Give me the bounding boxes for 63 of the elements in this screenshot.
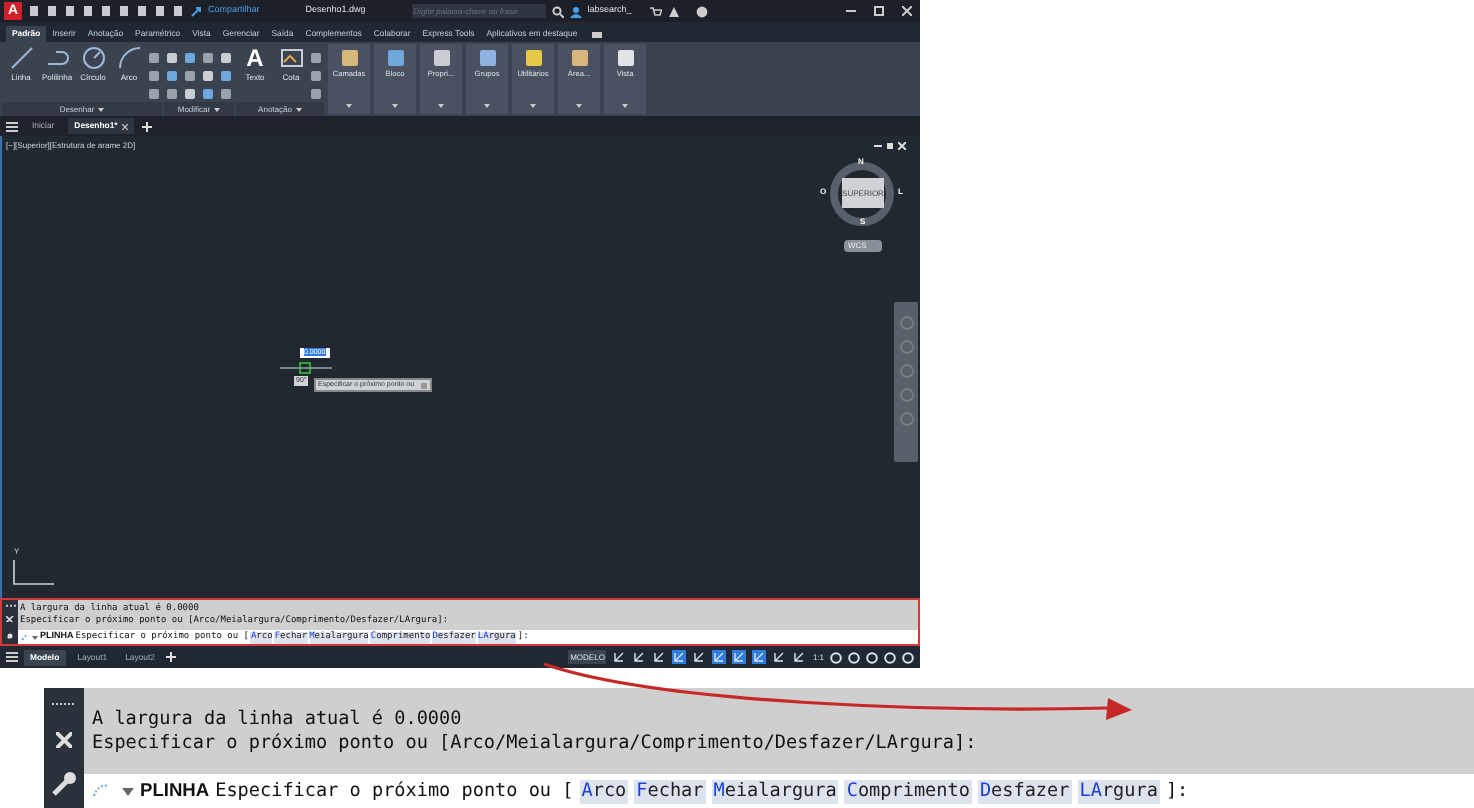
command-name: PLINHA — [140, 777, 210, 804]
menu-icon[interactable] — [6, 652, 18, 662]
caret-icon[interactable] — [622, 104, 628, 108]
add-tab-icon[interactable] — [141, 121, 152, 131]
menu-icon[interactable] — [6, 121, 18, 131]
triangle-icon[interactable] — [667, 5, 680, 17]
close-icon[interactable] — [898, 142, 906, 150]
caret-icon[interactable] — [214, 107, 221, 111]
command-prompt-text: Especificar o próximo ponto ou [ — [215, 779, 574, 803]
add-tab-icon[interactable] — [166, 652, 177, 662]
panel-icon[interactable] — [615, 48, 635, 68]
polyline-icon — [45, 46, 69, 70]
command-option[interactable]: Fechar — [634, 779, 706, 803]
share-icon[interactable] — [190, 5, 202, 17]
caret-icon[interactable] — [530, 104, 536, 108]
search-icon[interactable] — [551, 5, 564, 17]
command-option[interactable]: LArgura — [1077, 779, 1160, 803]
command-prompt-end: ]: — [1165, 779, 1189, 803]
dropdown-caret-icon[interactable] — [32, 635, 38, 639]
minimize-icon[interactable] — [846, 6, 856, 16]
caret-icon[interactable] — [576, 104, 582, 108]
maximize-icon[interactable] — [874, 6, 884, 16]
minimize-icon[interactable] — [874, 142, 882, 150]
panel-icon[interactable] — [385, 48, 405, 68]
command-option[interactable]: Arco — [579, 779, 629, 803]
caret-icon[interactable] — [98, 107, 105, 111]
grip-icon[interactable] — [52, 699, 76, 708]
caret-icon[interactable] — [438, 104, 444, 108]
command-history-line: A largura da linha atual é 0.0000 — [92, 707, 464, 731]
panel-toggle-icon[interactable] — [591, 30, 606, 40]
command-option[interactable]: Comprimento — [844, 779, 972, 803]
cart-icon[interactable] — [649, 5, 662, 17]
user-icon[interactable] — [569, 5, 582, 17]
command-history-line: Especificar o próximo ponto ou [Arco/Meialargura/Comprimento/Desfazer/LArgura]: — [92, 731, 979, 755]
command-icon — [20, 633, 30, 641]
ucs-axis-icon — [10, 560, 54, 588]
close-icon[interactable] — [6, 615, 14, 623]
close-icon[interactable] — [121, 123, 128, 129]
close-icon[interactable] — [902, 6, 912, 16]
command-option[interactable]: Desfazer — [977, 779, 1072, 803]
panel-icon[interactable] — [569, 48, 589, 68]
command-option[interactable]: Meialargura — [711, 779, 839, 803]
caret-icon[interactable] — [484, 104, 490, 108]
panel-icon[interactable] — [477, 48, 497, 68]
arc-icon — [117, 46, 141, 70]
panel-icon[interactable] — [523, 48, 543, 68]
dimension-icon — [279, 46, 303, 70]
caret-icon[interactable] — [346, 104, 352, 108]
caret-icon[interactable] — [295, 107, 302, 111]
caret-icon[interactable] — [392, 104, 398, 108]
dropdown-caret-icon[interactable] — [122, 787, 134, 795]
close-icon[interactable] — [55, 731, 73, 749]
line-icon — [9, 46, 33, 70]
restore-icon[interactable] — [886, 142, 894, 150]
panel-icon[interactable] — [339, 48, 359, 68]
wrench-icon[interactable] — [5, 630, 15, 640]
compass-ring[interactable] — [828, 160, 896, 228]
panel-icon[interactable] — [431, 48, 451, 68]
circle-icon — [81, 46, 105, 70]
crosshair-cursor — [280, 362, 332, 374]
text-tool-icon: A — [246, 46, 264, 70]
grip-icon[interactable] — [5, 603, 15, 608]
wrench-icon[interactable] — [52, 772, 76, 797]
